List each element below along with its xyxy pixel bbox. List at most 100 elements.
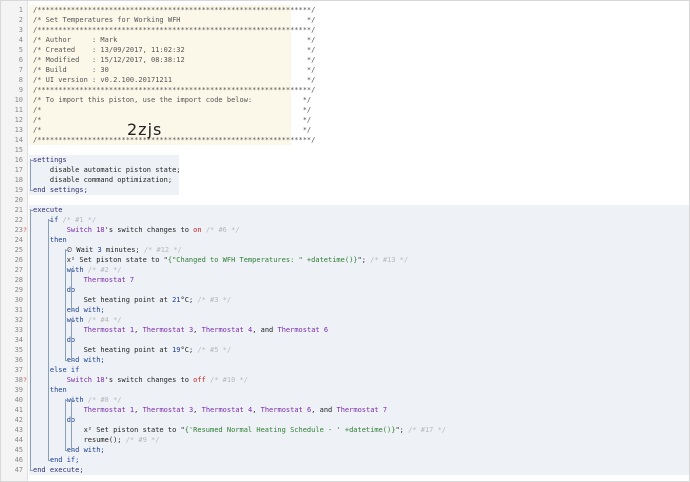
code-text: resume(); /* #9 */ [33,435,160,445]
code-token: resume(); [33,436,126,444]
code-line: 8 /* UI version : v0.2.100.20171211 */ [1,75,689,85]
line-number: 2 [18,16,23,24]
device-name[interactable]: Switch 18 [33,226,105,234]
code-token: with [33,316,88,324]
code-token: with [33,396,88,404]
code-text: /* Author : Mark */ [33,35,315,45]
line-number: 6 [18,56,23,64]
code-text: disable command optimization; [33,175,172,185]
code-line: 37 else if [1,365,689,375]
code-line: 11 /* */ [1,105,689,115]
code-token: end settings; [33,186,88,194]
line-number: 24 [14,236,23,244]
code-text: do [33,415,75,425]
code-text: do [33,285,75,295]
code-line: 45 end with; [1,445,689,455]
device-name[interactable]: Thermostat 6 [277,326,328,334]
block-guide-tick [30,470,34,471]
code-line: 26 x² Set piston state to "{"Changed to … [1,255,689,265]
code-token: x² Set piston state to " [33,426,185,434]
line-number: 39 [14,386,23,394]
line-number: 22 [14,216,23,224]
line-number: 32 [14,316,23,324]
code-line: 40 with /* #8 */ [1,395,689,405]
line-number: 8 [18,76,23,84]
code-text: /***************************************… [33,135,315,145]
device-name[interactable]: Thermostat 6 [261,406,312,414]
code-text: /* */ [33,125,311,135]
code-token: °C; [180,346,198,354]
code-line: 3 /**************************************… [1,25,689,35]
code-line: 35 Set heating point at 19°C; /* #5 */ [1,345,689,355]
code-line: 20 [1,195,689,205]
code-token: with [33,266,88,274]
code-line: 13 /* */ [1,125,689,135]
code-text: then [33,235,67,245]
line-number: 23 [14,226,23,234]
code-token: Set heating point at [33,296,173,304]
condition-flag-icon[interactable]: ? [23,225,29,235]
line-number: 36 [14,356,23,364]
code-token: /* Build : 30 */ [33,66,316,74]
code-line: 34 do [1,335,689,345]
line-number: 27 [14,266,23,274]
device-name[interactable]: Thermostat 4 [202,326,253,334]
block-guide-tick [30,160,34,161]
line-number: 37 [14,366,23,374]
import-code: 2zjs [127,120,163,139]
condition-flag-icon[interactable]: ? [23,375,29,385]
statement-id: /* #2 */ [87,266,122,274]
line-number: 5 [18,46,23,54]
code-token: /* */ [33,126,312,134]
code-line: 9 /**************************************… [1,85,689,95]
code-token: /* Created : 13/09/2017, 11:02:32 */ [33,46,316,54]
device-name[interactable]: Thermostat 4 [202,406,253,414]
block-guide [71,269,72,311]
code-token: on [193,226,202,234]
code-text: /* */ [33,105,311,115]
code-token: {'Resumed Normal Heating Schedule - ' +d… [184,426,396,434]
code-token: /***************************************… [33,26,316,34]
code-token: do [33,336,76,344]
code-text: /* Created : 13/09/2017, 11:02:32 */ [33,45,315,55]
code-text: Set heating point at 19°C; /* #5 */ [33,345,232,355]
line-number: 34 [14,336,23,344]
block-guide-tick [65,450,69,451]
code-text: /* Modified : 15/12/2017, 08:38:12 */ [33,55,315,65]
code-text: /***************************************… [33,25,315,35]
line-number: 17 [14,166,23,174]
code-line: 28 Thermostat 7 [1,275,689,285]
block-guide-tick [48,220,52,221]
code-token: {"Changed to WFH Temperatures: " +dateti… [167,256,358,264]
device-name[interactable]: Thermostat 3 [143,326,194,334]
line-number: 7 [18,66,23,74]
line-number: 35 [14,346,23,354]
code-token: /* UI version : v0.2.100.20171211 */ [33,76,316,84]
code-text: end if; [33,455,80,465]
code-text: settings [33,155,67,165]
device-name[interactable]: Thermostat 3 [143,406,194,414]
block-guide-tick [71,360,75,361]
code-text: /* To import this piston, use the import… [33,95,311,105]
code-text: /* UI version : v0.2.100.20171211 */ [33,75,315,85]
line-number: 41 [14,406,23,414]
statement-id: /* #5 */ [197,346,232,354]
code-text: Thermostat 1, Thermostat 3, Thermostat 4… [33,325,329,335]
code-text: else if [33,365,80,375]
code-token: /* To import this piston, use the import… [33,96,312,104]
code-editor: 1 /**************************************… [1,1,689,481]
block-guide [65,249,66,361]
code-line: 25 ⏲ Wait 3 minutes; /* #12 */ [1,245,689,255]
line-number: 47 [14,466,23,474]
code-token: , [193,326,202,334]
code-text: /* */ [33,115,311,125]
line-number: 45 [14,446,23,454]
code-token: execute [33,206,63,214]
code-token: 19 [172,346,181,354]
line-number: 1 [18,6,23,14]
device-name[interactable]: Switch 18 [33,376,105,384]
code-token: , and [311,406,337,414]
code-line: 30 Set heating point at 21°C; /* #3 */ [1,295,689,305]
device-name[interactable]: Thermostat 7 [337,406,388,414]
block-guide-tick [48,460,52,461]
